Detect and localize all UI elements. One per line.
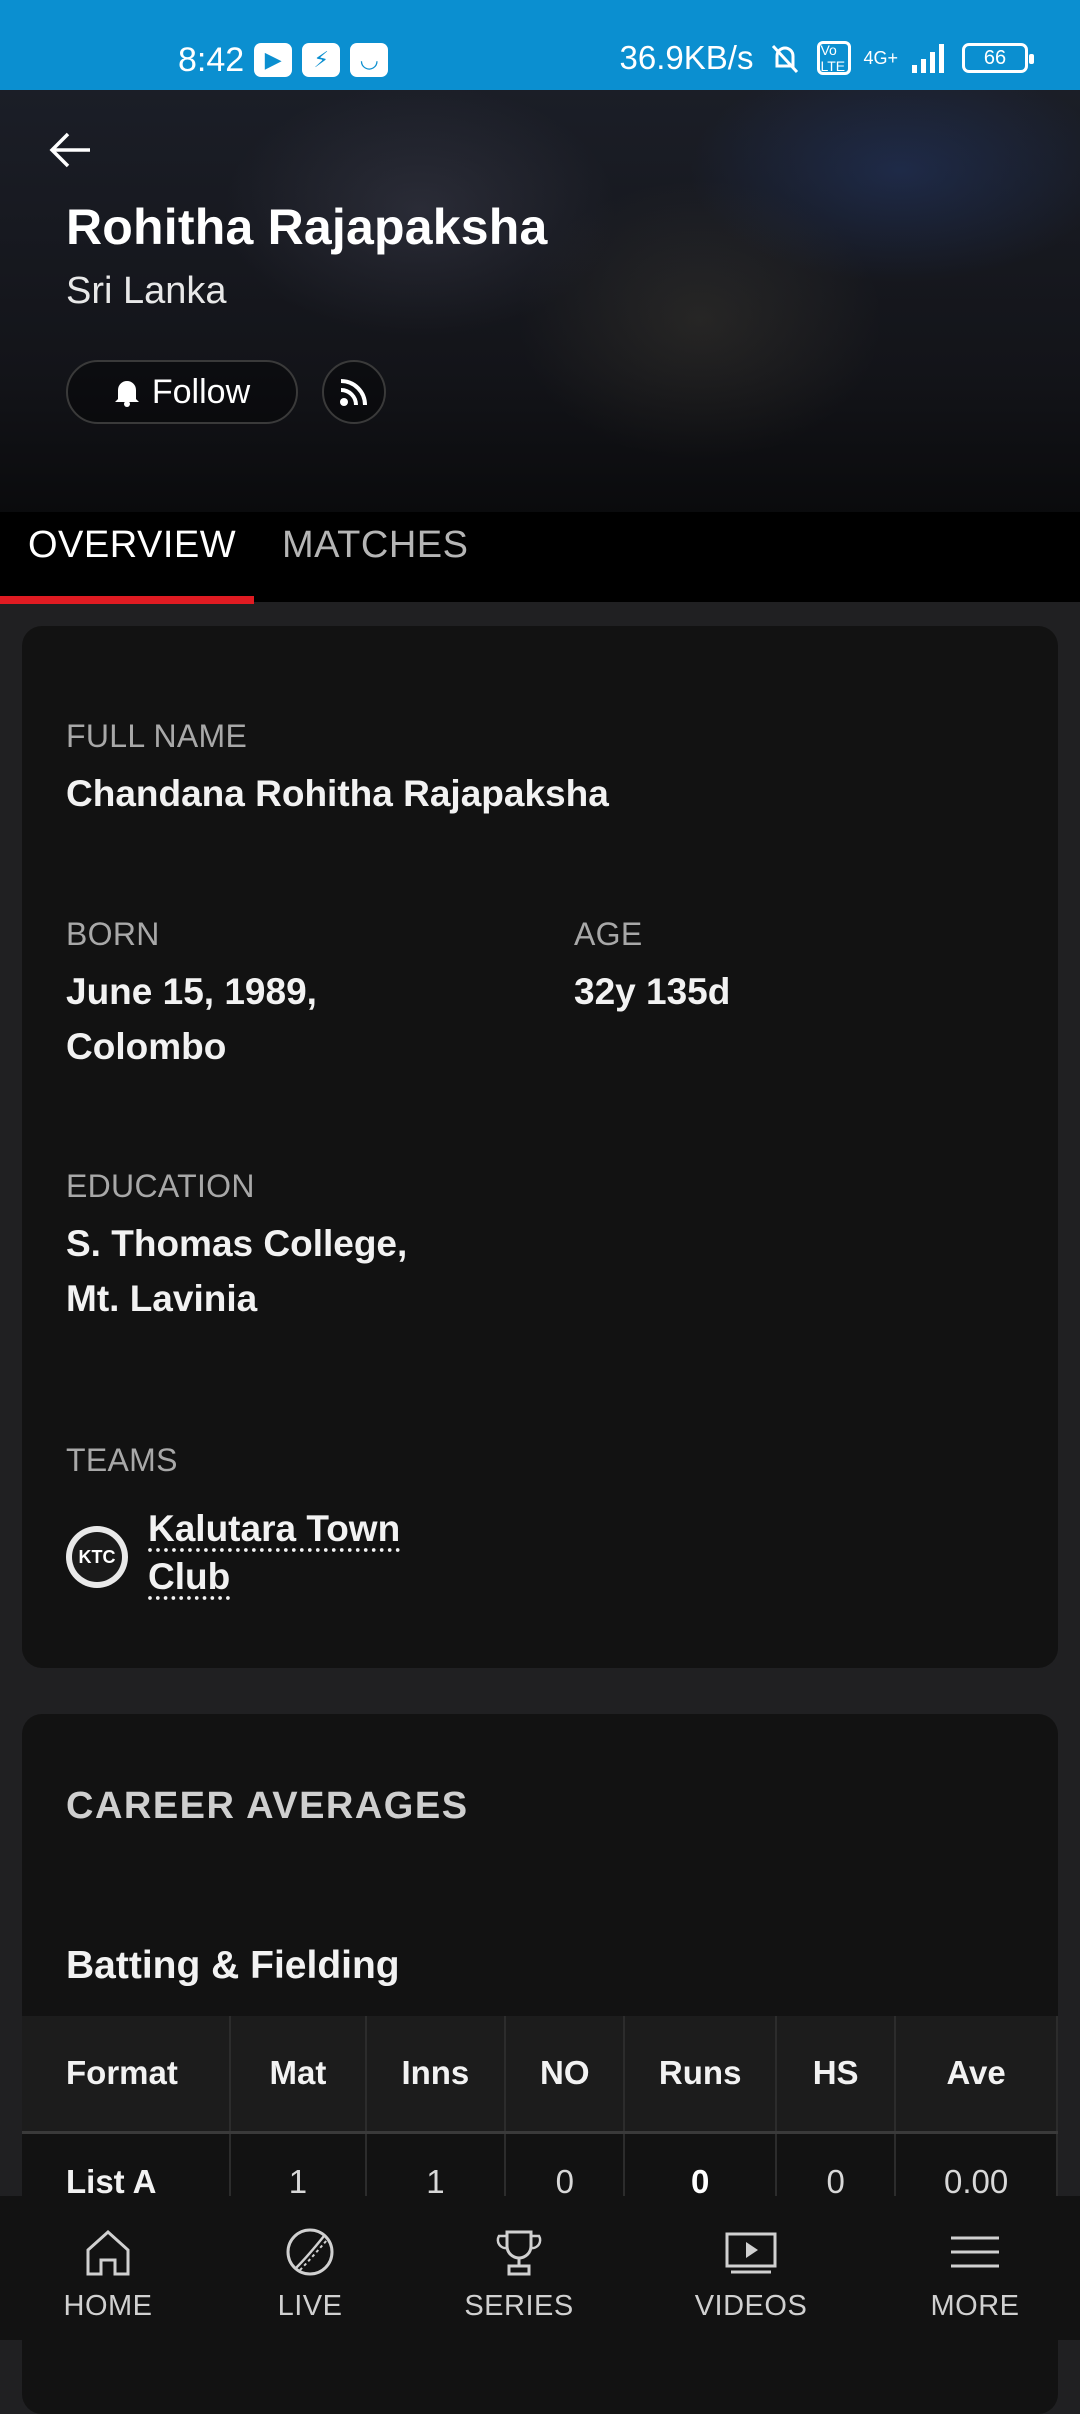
volte-icon: Vo LTE xyxy=(817,41,852,75)
mute-bell-icon xyxy=(772,44,799,74)
back-button[interactable] xyxy=(42,120,102,180)
batting-fielding-title: Batting & Fielding xyxy=(66,1944,400,1987)
team-logo-text: KTC xyxy=(72,1532,122,1582)
table-header-row: Format Mat Inns NO Runs HS Ave xyxy=(22,2016,1058,2134)
column-header: Ave xyxy=(895,2016,1058,2134)
column-header: Format xyxy=(22,2016,232,2134)
team-logo: KTC xyxy=(66,1526,128,1588)
born-value-line1: June 15, 1989, xyxy=(66,971,317,1012)
network-type: 4G+ xyxy=(863,47,898,68)
born-value-line2: Colombo xyxy=(66,1026,227,1067)
team-link[interactable]: Kalutara Town Club xyxy=(148,1505,468,1601)
team-name-line2: Club xyxy=(148,1556,231,1597)
video-play-icon xyxy=(725,2232,777,2274)
education-value-line2: Mt. Lavinia xyxy=(66,1278,258,1319)
nav-live[interactable]: LIVE xyxy=(262,2196,358,2340)
menu-icon xyxy=(951,2236,999,2268)
nav-more[interactable]: MORE xyxy=(924,2196,1026,2340)
born-label: BORN xyxy=(66,916,160,952)
full-name-value: Chandana Rohitha Rajapaksha xyxy=(66,773,609,814)
tab-matches[interactable]: MATCHES xyxy=(282,524,468,567)
back-arrow-icon xyxy=(49,132,90,168)
age-label: AGE xyxy=(574,916,643,952)
education-value-line1: S. Thomas College, xyxy=(66,1223,408,1264)
status-right: 36.9KB/s Vo LTE 4G+ 66 xyxy=(619,38,1034,78)
tab-overview[interactable]: OVERVIEW xyxy=(28,524,236,567)
education-label: EDUCATION xyxy=(66,1168,255,1204)
column-header: NO xyxy=(505,2016,626,2134)
column-header: Inns xyxy=(365,2016,507,2134)
follow-label: Follow xyxy=(151,372,251,411)
network-speed: 36.9KB/s xyxy=(619,39,754,76)
column-header: HS xyxy=(775,2016,897,2134)
active-tab-indicator xyxy=(0,596,254,604)
rss-icon xyxy=(340,379,367,406)
follow-button[interactable]: Follow xyxy=(66,360,298,424)
nav-more-label: MORE xyxy=(930,2290,1020,2322)
trophy-icon xyxy=(496,2230,542,2276)
column-header: Runs xyxy=(624,2016,777,2134)
status-bar: 8:42 ▶ ⚡ ◡ 36.9KB/s Vo LTE 4G+ 66 xyxy=(0,0,1080,90)
nav-videos[interactable]: VIDEOS xyxy=(688,2196,814,2340)
youtube-notification-icon: ▶ xyxy=(254,43,293,77)
status-time: 8:42 xyxy=(178,41,245,79)
nav-series[interactable]: SERIES xyxy=(460,2196,578,2340)
tab-bar: OVERVIEW MATCHES xyxy=(0,512,1080,602)
nav-videos-label: VIDEOS xyxy=(694,2290,808,2322)
flash-notification-icon: ⚡ xyxy=(302,43,341,77)
age-value: 32y 135d xyxy=(574,971,731,1012)
full-name-label: FULL NAME xyxy=(66,718,248,754)
signal-icon xyxy=(912,44,944,73)
rss-feed-button[interactable] xyxy=(322,360,386,424)
team-name-line1: Kalutara Town xyxy=(148,1508,401,1549)
nav-live-label: LIVE xyxy=(277,2290,343,2322)
teams-label: TEAMS xyxy=(66,1442,178,1478)
bell-icon xyxy=(114,381,139,407)
career-averages-title: CAREER AVERAGES xyxy=(66,1785,469,1827)
column-header: Mat xyxy=(230,2016,367,2134)
battery-level: 66 xyxy=(983,46,1007,69)
cricket-ball-icon xyxy=(286,2228,334,2276)
battery-icon: 66 xyxy=(962,43,1034,73)
nav-home[interactable]: HOME xyxy=(50,2196,166,2340)
nav-home-label: HOME xyxy=(63,2290,153,2322)
player-name: Rohitha Rajapaksha xyxy=(66,199,548,255)
player-country: Sri Lanka xyxy=(66,270,227,312)
nav-series-label: SERIES xyxy=(464,2290,574,2322)
status-left: 8:42 ▶ ⚡ ◡ xyxy=(178,40,389,80)
shopping-bag-notification-icon: ◡ xyxy=(350,43,389,77)
bottom-navigation: HOME LIVE SERIES VIDEOS MORE xyxy=(0,2196,1080,2340)
home-icon xyxy=(86,2229,130,2276)
